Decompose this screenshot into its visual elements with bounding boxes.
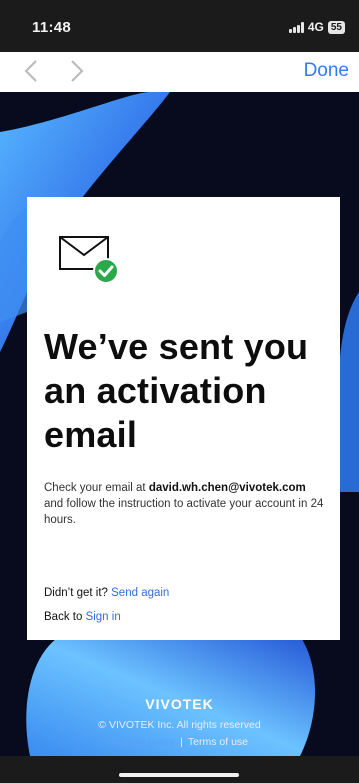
page-footer: VIVOTEK © VIVOTEK Inc. All rights reserv… [0,696,359,748]
network-label: 4G [307,20,324,34]
instruction-prefix: Check your email at [44,482,149,494]
back-arrow-icon[interactable] [16,56,46,86]
page-title: We’ve sent you an activation email [44,326,309,455]
footer-links: Privacy policy | Terms of use [0,736,359,748]
privacy-policy-link[interactable]: Privacy policy [111,736,175,748]
resend-row: Didn’t get it? Send again [44,587,169,599]
send-again-link[interactable]: Send again [111,587,169,599]
mail-sent-icon [58,235,120,285]
activation-card: We’ve sent you an activation email Check… [27,197,340,640]
status-time: 11:48 [32,19,72,36]
signal-icon [288,21,304,33]
status-bar: 11:48 4G 55 [0,0,359,52]
resend-prompt: Didn’t get it? [44,587,108,599]
footer-separator: | [180,736,183,748]
done-button[interactable]: Done [304,60,349,82]
back-prompt: Back to [44,611,83,623]
home-indicator[interactable] [119,773,239,777]
sign-in-link[interactable]: Sign in [86,611,121,623]
brand-logo: VIVOTEK [145,696,214,712]
web-content: We’ve sent you an activation email Check… [0,92,359,756]
user-email: david.wh.chen@vivotek.com [148,482,306,494]
home-bar-area [0,756,359,783]
instruction-suffix: and follow the instruction to activate y… [44,498,324,526]
signin-row: Back to Sign in [44,611,121,623]
forward-arrow-icon[interactable] [62,56,92,86]
copyright-text: © VIVOTEK Inc. All rights reserved [98,719,261,731]
battery-icon: 55 [327,20,345,34]
browser-nav-bar: Done [0,52,359,92]
instruction-text: Check your email at david.wh.chen@vivote… [44,480,324,528]
terms-of-use-link[interactable]: Terms of use [188,736,248,748]
status-indicators: 4G 55 [288,20,345,34]
